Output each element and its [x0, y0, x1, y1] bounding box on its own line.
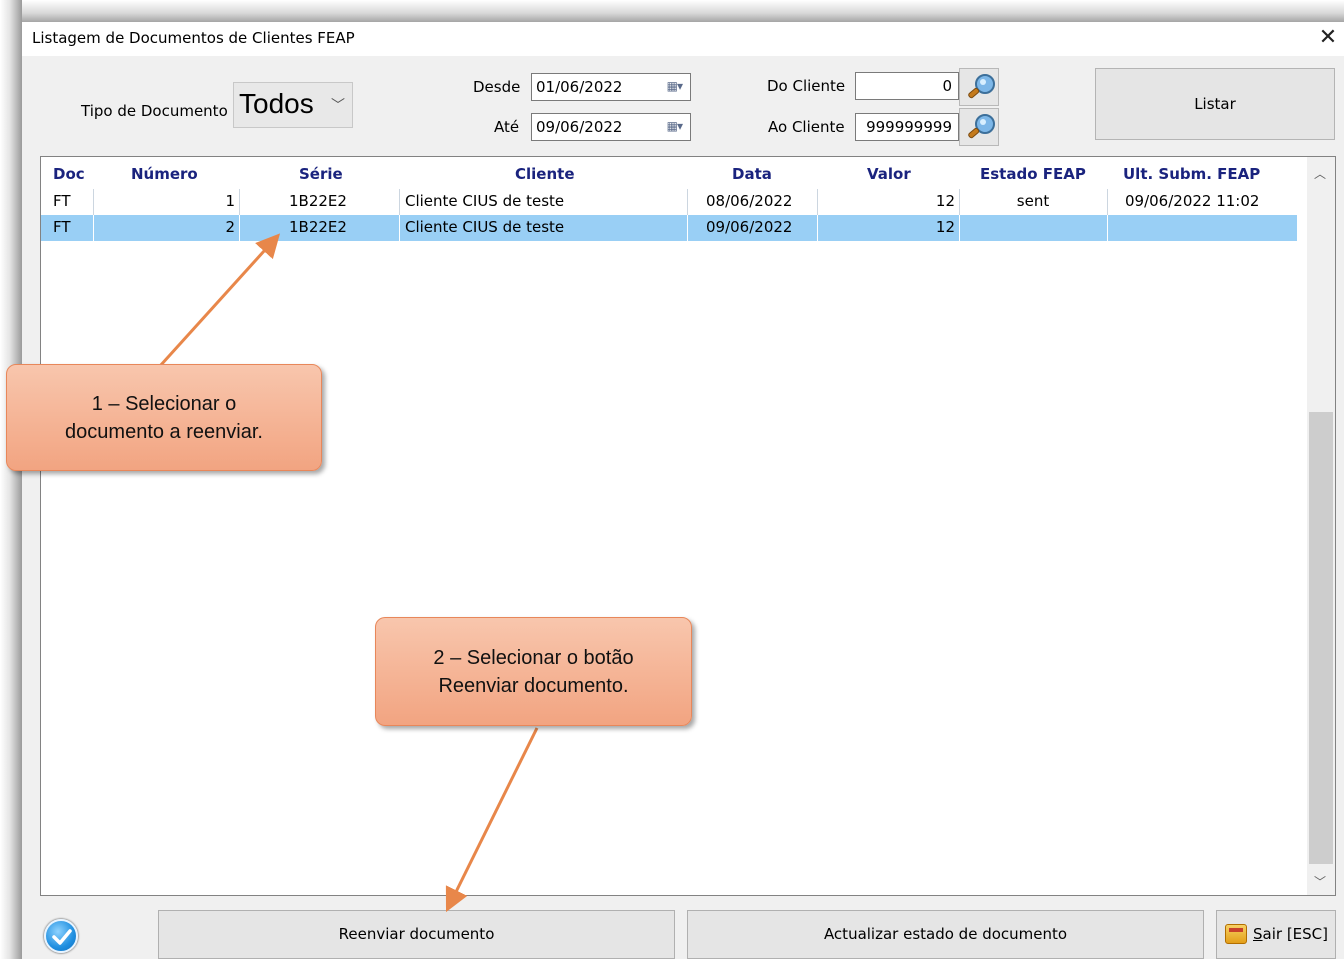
arrow-to-selected-row: [158, 233, 281, 368]
callout-step-2: 2 – Selecionar o botão Reenviar document…: [375, 617, 692, 726]
arrow-to-reenviar-button: [445, 727, 539, 913]
callout-step-1-line-1: 1 – Selecionar o: [91, 393, 237, 415]
callout-step-1: 1 – Selecionar o documento a reenviar.: [6, 364, 322, 471]
callout-step-2-line-2: Reenviar documento.: [438, 675, 629, 697]
callout-step-2-line-1: 2 – Selecionar o botão: [433, 647, 634, 669]
annotation-arrows: [158, 233, 539, 913]
callout-step-1-line-2: documento a reenviar.: [65, 421, 263, 443]
